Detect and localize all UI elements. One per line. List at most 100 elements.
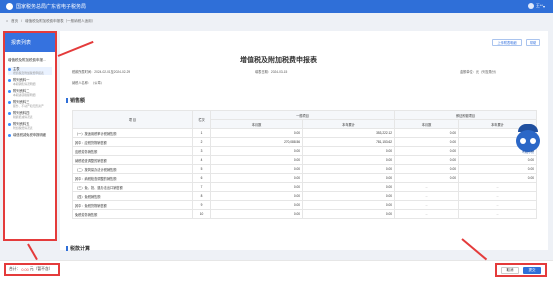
cell-value: 0.00 [302,155,396,165]
cell-disabled: -- [394,182,460,192]
sales-table: 项 目 栏次 一般项目 即征即退项目 本月数 本年累计 本月数 本年累计 （一）… [72,110,537,219]
th-cur: 本月数 [209,119,304,129]
sidebar-item-reduction[interactable]: 增值税减免税申报明细 [8,133,52,137]
row-col: 4 [192,155,211,165]
cell-value[interactable]: 0.00 [394,146,460,156]
cell-value[interactable]: 0.00 [394,155,460,165]
table-row: （三）免、抵、退办法出口销售额 7 0.00 0.00 -- -- [72,182,537,192]
table-row: 其中：免税货物销售额 9 0.00 0.00 -- -- [72,200,537,210]
table-row: （一）按适用税率计税销售额10.00353,222.120.000.00 [72,128,537,138]
submit-button[interactable]: 提交 [523,266,541,274]
cell-disabled: -- [458,182,537,192]
annotation-arrow [27,243,38,261]
row-col: 5 [192,164,211,174]
cell-value[interactable]: 0.00 [209,164,304,174]
cell-value[interactable]: 0.00 [394,164,460,174]
cell-value[interactable]: 0.00 [394,173,460,183]
sidebar-section[interactable]: 增值税及附加税费申报... [8,58,52,63]
th-ytd: 本年累计 [302,119,396,129]
status-dot-icon [8,112,11,115]
status-dot-icon [8,68,11,71]
th-col: 栏次 [192,110,211,129]
form-header: 增值税及附加税费申报表 [60,31,548,64]
row-col: 7 [192,182,211,192]
row-item: （四）免税销售额 [72,191,193,201]
status-dot-icon [8,101,11,104]
cell-value[interactable]: 0.00 [209,146,304,156]
sidebar-item-annex4[interactable]: 附列资料四 税额抵减情况表 [8,111,52,119]
cell-value[interactable]: 0.00 [209,200,304,210]
table-row: 其中：应税货物销售额2270,088.56781,153.620.000.00 [72,137,537,147]
user-name: 王** [535,3,543,8]
tax-period: 税款所属时间：2024-02-01至2024-02-29 [72,70,131,74]
section-tax-calc: 税款计算 [66,245,90,252]
amount-unit: 金额单位：元（列至角分） [460,70,499,74]
cell-value[interactable]: 0.00 [209,209,304,219]
table-row: 纳税检查调整的销售额 4 0.00 0.00 0.00 0.00 [72,155,537,165]
mascot-eye [520,138,526,144]
cell-disabled: -- [394,191,460,201]
cell-disabled: -- [394,200,460,210]
th-general: 一般项目 [209,110,396,120]
cell-value: 0.00 [302,209,396,219]
table-row: （四）免税销售额 8 0.00 0.00 -- -- [72,191,537,201]
app-title: 国家税务总局广东省电子税务局 [16,4,87,10]
main-panel: 上传附表明细 帮助 增值税及附加税费申报表 税款所属时间：2024-02-01至… [60,31,548,252]
sidebar-item-annex1[interactable]: 附列资料一 本期销售情况明细 [8,78,52,86]
total-label: 合计： [9,267,21,271]
table-row: （二）按简易办法计税销售额 5 0.00 0.00 0.00 0.00 [72,164,537,174]
footer-bar [0,260,553,281]
avatar-icon [527,3,534,9]
cell-value: 0.00 [302,182,396,192]
cell-value[interactable]: 0.00 [394,137,460,147]
cell-value[interactable]: 0.00 [209,191,304,201]
row-col: 2 [192,137,211,147]
row-col: 8 [192,191,211,201]
breadcrumb-home[interactable]: 首页 [11,19,18,24]
cell-value: 0.00 [302,200,396,210]
total-amount: 0.00 [21,267,29,272]
breadcrumb-current: 增值税及附加税费申报表（一般纳税人适用） [25,18,96,23]
cell-value: 0.00 [302,191,396,201]
row-col: 10 [192,209,211,219]
cell-disabled: -- [458,200,537,210]
chevron-down-icon: ▾ [542,3,545,9]
cancel-button[interactable]: 取消 [501,266,519,274]
assistant-mascot[interactable]: 粤税小智 [510,122,546,162]
row-item: （一）按适用税率计税销售额 [72,128,193,138]
cell-value: 0.00 [458,173,537,183]
row-item: 应税劳务销售额 [72,146,193,156]
total-unit: 元（暂不含） [29,267,53,271]
row-item: （二）按简易办法计税销售额 [72,164,193,174]
cell-value: 0.00 [302,164,396,174]
sidebar-item-annex5[interactable]: 附列资料五 附加税费情况表 [8,122,52,130]
top-bar: 国家税务总局广东省电子税务局 王** ▾ [0,0,553,13]
th-refund: 即征即退项目 [394,110,537,120]
table-row: 应税劳务销售额30.000.000.000.00 [72,146,537,156]
row-item: 其中：纳税检查调整的销售额 [72,173,193,183]
sidebar-item-main[interactable]: 主表 增值税及附加税费申报表 [8,67,52,75]
report-list-sidebar: 报表列表 增值税及附加税费申报... 主表 增值税及附加税费申报表 附列资料一 本期… [3,31,57,241]
cell-value[interactable]: 0.00 [209,128,304,138]
row-col: 6 [192,173,211,183]
sidebar-item-annex3[interactable]: 附列资料三 服务、不动产和无形资产 [8,100,52,108]
row-item: 其中：应税货物销售额 [72,137,193,147]
cell-value[interactable]: 270,088.56 [209,137,304,147]
home-icon: ⌂ [6,19,9,23]
status-dot-icon [8,90,11,93]
cell-disabled: -- [394,209,460,219]
cell-value[interactable]: 0.00 [209,173,304,183]
cell-value[interactable]: 0.00 [209,182,304,192]
table-row: 免税劳务销售额 10 0.00 0.00 -- -- [72,209,537,219]
user-menu[interactable]: 王** ▾ [527,3,545,9]
row-item: 免税劳务销售额 [72,209,193,219]
breadcrumb: ⌂ 首页 / 增值税及附加税费申报表（一般纳税人适用） [6,17,546,25]
cell-value[interactable]: 0.00 [394,128,460,138]
cell-value[interactable]: 0.00 [209,155,304,165]
cell-value: 0.00 [302,173,396,183]
form-title: 增值税及附加税费申报表 [240,57,317,64]
row-col: 3 [192,146,211,156]
sidebar-item-annex2[interactable]: 附列资料二 本期进项税额明细 [8,89,52,97]
row-col: 1 [192,128,211,138]
mascot-eye [530,138,536,144]
